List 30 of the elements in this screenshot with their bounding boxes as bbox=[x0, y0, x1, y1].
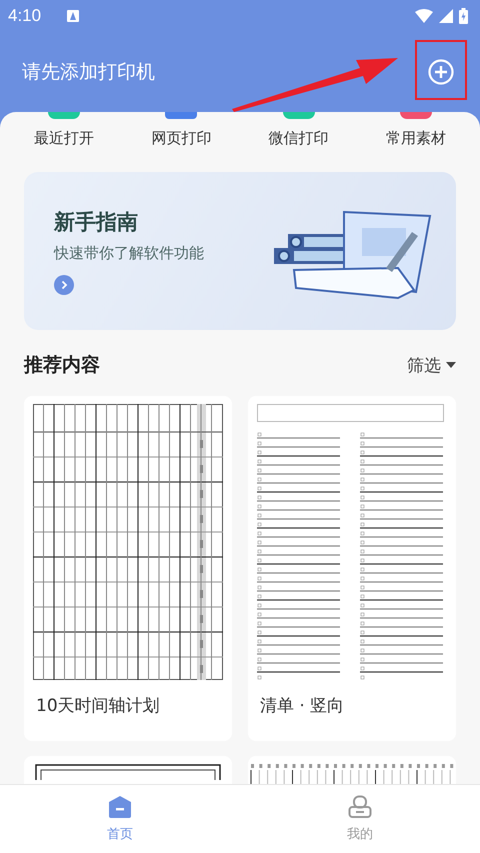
home-icon bbox=[108, 795, 132, 819]
shortcut-label[interactable]: 常用素材 bbox=[386, 129, 446, 148]
banner-subtitle: 快速带你了解软件功能 bbox=[54, 244, 204, 262]
shortcut-label[interactable]: 微信打印 bbox=[268, 129, 329, 148]
status-time: 4:10 bbox=[8, 6, 42, 26]
shortcut-label[interactable]: 最近打开 bbox=[34, 129, 94, 148]
caret-icon bbox=[446, 362, 456, 368]
header-title: 请先添加打印机 bbox=[22, 60, 155, 85]
profile-icon bbox=[348, 795, 372, 819]
shortcut-label[interactable]: 网页打印 bbox=[151, 129, 212, 148]
add-icon bbox=[428, 59, 454, 85]
highlight-frame bbox=[415, 40, 467, 100]
template-title: 10天时间轴计划 bbox=[36, 695, 161, 717]
section-title: 推荐内容 bbox=[24, 353, 100, 378]
banner-title: 新手指南 bbox=[54, 208, 138, 236]
shortcut-icon[interactable] bbox=[282, 112, 315, 119]
shortcut-icon[interactable] bbox=[48, 112, 80, 119]
battery-icon bbox=[459, 8, 468, 24]
add-printer-button[interactable] bbox=[428, 59, 454, 85]
filter-dropdown[interactable]: 筛选 bbox=[407, 354, 456, 376]
template-card[interactable]: 清单 · 竖向 bbox=[248, 396, 456, 741]
chevron-right-icon[interactable] bbox=[54, 274, 74, 294]
template-card[interactable]: 10天时间轴计划 bbox=[24, 396, 232, 741]
shortcut-icon[interactable] bbox=[400, 112, 432, 119]
template-title: 清单 · 竖向 bbox=[260, 695, 346, 717]
wifi-icon bbox=[415, 9, 433, 23]
notification-icon bbox=[67, 10, 80, 22]
shortcut-icon[interactable] bbox=[165, 112, 198, 119]
signal-icon bbox=[439, 9, 453, 23]
guide-banner[interactable]: 新手指南 快速带你了解软件功能 bbox=[24, 172, 456, 330]
